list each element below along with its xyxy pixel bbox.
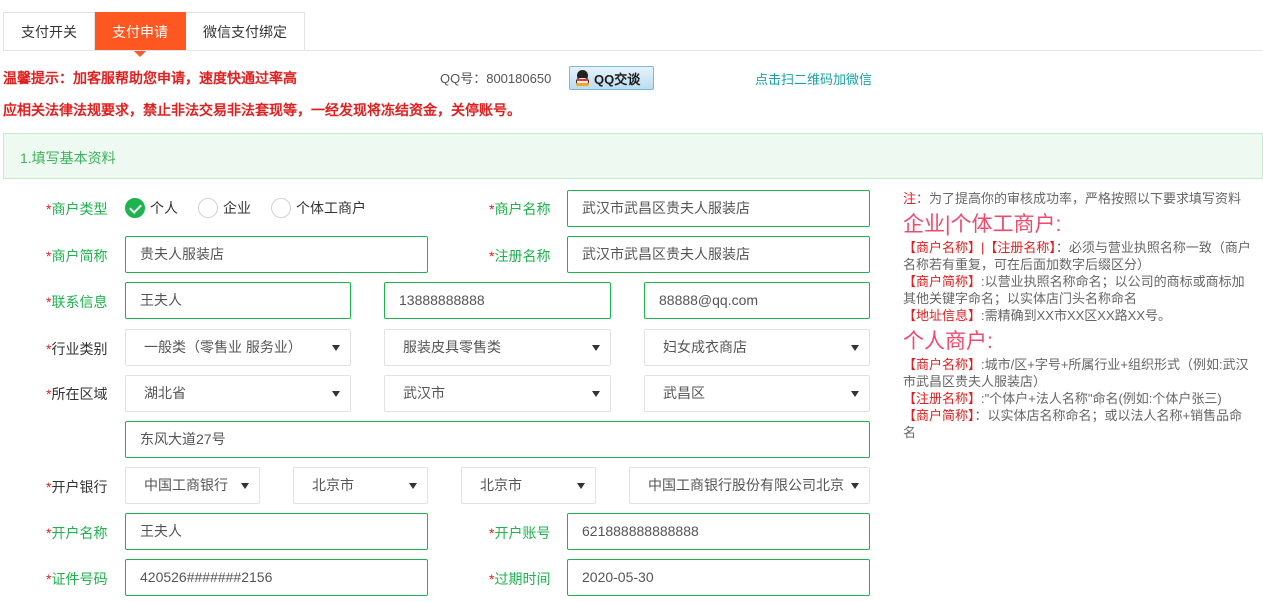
province-select[interactable]: 湖北省 bbox=[125, 375, 351, 412]
expire-date-input[interactable]: 2020-05-30 bbox=[567, 559, 870, 596]
account-no-input[interactable]: 621888888888888 bbox=[567, 513, 870, 550]
radio-individual[interactable]: 个人 bbox=[125, 197, 178, 219]
id-number-input[interactable]: 420526#######2156 bbox=[125, 559, 428, 596]
tab-divider bbox=[3, 50, 1263, 51]
qq-chat-label: QQ交谈 bbox=[594, 71, 641, 87]
personal-heading: 个人商户: bbox=[903, 330, 993, 353]
district-select[interactable]: 武昌区 bbox=[644, 375, 870, 412]
bank-province-select[interactable]: 北京市 bbox=[293, 467, 428, 504]
wechat-qr-link[interactable]: 点击扫二维码加微信 bbox=[755, 69, 872, 88]
dropdown-arrow-icon bbox=[409, 483, 417, 489]
notes-intro: 注：为了提高你的审核成功率，严格按照以下要求填写资料 bbox=[903, 191, 1242, 206]
section-header: 1.填写基本资料 bbox=[3, 133, 1263, 179]
radio-checked-icon bbox=[125, 198, 145, 218]
region-label: *所在区域 bbox=[46, 386, 108, 402]
tab-wechat-bind[interactable]: 微信支付绑定 bbox=[186, 12, 305, 51]
account-no-label: *开户账号 bbox=[489, 525, 551, 541]
radio-enterprise[interactable]: 企业 bbox=[198, 197, 251, 219]
radio-unchecked-icon bbox=[271, 198, 291, 218]
register-name-label: *注册名称 bbox=[489, 248, 551, 264]
contact-email-input[interactable]: 88888@qq.com bbox=[644, 282, 870, 319]
company-heading: 企业|个体工商户: bbox=[903, 213, 1062, 236]
tab-payment-apply[interactable]: 支付申请 bbox=[95, 12, 186, 57]
dropdown-arrow-icon bbox=[332, 391, 340, 397]
qq-number: QQ号：800180650 bbox=[440, 71, 552, 86]
bank-select[interactable]: 中国工商银行 bbox=[125, 467, 260, 504]
note-personal-short: 【商户简称】：以实体店名称命名；或以法人名称+销售品命名 bbox=[903, 408, 1243, 440]
tab-bar: 支付开关 支付申请 微信支付绑定 bbox=[3, 12, 305, 57]
radio-unchecked-icon bbox=[198, 198, 218, 218]
industry-level1-select[interactable]: 一般类（零售业 服务业） bbox=[125, 329, 351, 366]
register-name-input[interactable]: 武汉市武昌区贵夫人服装店 bbox=[567, 236, 870, 273]
contact-label: *联系信息 bbox=[46, 294, 108, 310]
contact-phone-input[interactable]: 13888888888 bbox=[384, 282, 611, 319]
industry-level2-select[interactable]: 服装皮具零售类 bbox=[384, 329, 611, 366]
address-input[interactable]: 东风大道27号 bbox=[125, 421, 870, 458]
dropdown-arrow-icon bbox=[851, 483, 859, 489]
account-name-label: *开户名称 bbox=[46, 525, 108, 541]
requirements-notes: 注：为了提高你的审核成功率，严格按照以下要求填写资料 企业|个体工商户: 【商户… bbox=[903, 190, 1253, 441]
id-number-label: *证件号码 bbox=[46, 571, 108, 587]
tab-payment-switch[interactable]: 支付开关 bbox=[3, 12, 95, 51]
expire-date-label: *过期时间 bbox=[489, 571, 551, 587]
industry-level3-select[interactable]: 妇女成衣商店 bbox=[644, 329, 870, 366]
note-personal-name: 【商户名称】:城市/区+字号+所属行业+组织形式（例如:武汉市武昌区贵夫人服装店… bbox=[903, 357, 1249, 389]
bank-branch-select[interactable]: 中国工商银行股份有限公司北京 bbox=[629, 467, 870, 504]
dropdown-arrow-icon bbox=[332, 345, 340, 351]
qq-chat-button[interactable]: QQ交谈 bbox=[569, 66, 654, 90]
dropdown-arrow-icon bbox=[851, 391, 859, 397]
bank-city-select[interactable]: 北京市 bbox=[461, 467, 596, 504]
short-name-label: *商户简称 bbox=[46, 248, 108, 264]
radio-sole-proprietor[interactable]: 个体工商户 bbox=[271, 197, 366, 219]
dropdown-arrow-icon bbox=[241, 483, 249, 489]
dropdown-arrow-icon bbox=[851, 345, 859, 351]
merchant-name-label: *商户名称 bbox=[489, 201, 551, 217]
account-name-input[interactable]: 王夫人 bbox=[125, 513, 428, 550]
note-company-short: 【商户简称】:以营业执照名称命名；以公司的商标或商标加其他关键字命名；以实体店门… bbox=[903, 274, 1245, 306]
contact-name-input[interactable]: 王夫人 bbox=[125, 282, 351, 319]
dropdown-arrow-icon bbox=[592, 345, 600, 351]
merchant-type-label: *商户类型 bbox=[46, 201, 108, 217]
note-personal-register: 【注册名称】:"个体户+法人名称"命名(例如:个体户张三) bbox=[903, 391, 1222, 406]
industry-label: *行业类别 bbox=[46, 341, 108, 357]
dropdown-arrow-icon bbox=[592, 391, 600, 397]
city-select[interactable]: 武汉市 bbox=[384, 375, 611, 412]
merchant-name-input[interactable]: 武汉市武昌区贵夫人服装店 bbox=[567, 190, 870, 227]
tip-notice: 温馨提示：加客服帮助您申请，速度快通过率高 bbox=[3, 70, 297, 86]
note-company-address: 【地址信息】:需精确到XX市XX区XX路XX号。 bbox=[903, 308, 1171, 323]
legal-notice: 应相关法律法规要求，禁止非法交易非法套现等，一经发现将冻结资金，关停账号。 bbox=[3, 102, 521, 118]
short-name-input[interactable]: 贵夫人服装店 bbox=[125, 236, 428, 273]
note-company-name: 【商户名称】|【注册名称】：必须与营业执照名称一致（商户名称若有重复，可在后面加… bbox=[903, 240, 1251, 272]
bank-label: *开户银行 bbox=[46, 479, 108, 495]
section-title: 1.填写基本资料 bbox=[20, 150, 116, 166]
qq-penguin-icon bbox=[575, 70, 590, 86]
dropdown-arrow-icon bbox=[577, 483, 585, 489]
